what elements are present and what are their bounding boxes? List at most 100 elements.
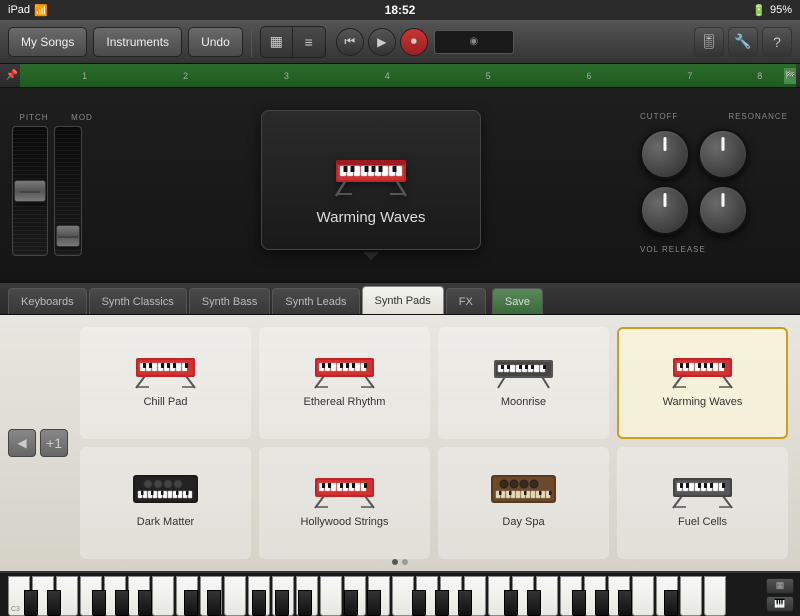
timeline-end-flag[interactable]: 🏁	[784, 68, 796, 84]
instrument-cell-dark-matter[interactable]: Dark Matter	[80, 447, 251, 559]
piano-black-key-gs3[interactable]	[115, 590, 129, 616]
tab-synth-leads[interactable]: Synth Leads	[272, 288, 359, 314]
piano-key-a6[interactable]	[632, 576, 654, 616]
pitch-mod-section: PITCH MOD	[12, 113, 102, 256]
piano-right-icons: ▦ 🎹	[766, 578, 794, 612]
warming-waves-image	[663, 337, 743, 392]
dark-matter-label: Dark Matter	[137, 516, 194, 528]
ethereal-rhythm-image	[305, 337, 385, 392]
synth-area: PITCH MOD	[0, 88, 800, 283]
piano-black-key-as4[interactable]	[298, 590, 312, 616]
record-button[interactable]: ⏺	[400, 28, 428, 56]
piano-grid-icon[interactable]: ▦	[766, 578, 794, 594]
timeline-pin[interactable]: 📌	[4, 68, 20, 84]
list-view-icon[interactable]: ≡	[293, 27, 325, 57]
transport-group: ⏮ ▶ ⏺	[336, 28, 428, 56]
mixer-icon[interactable]: 🎚	[694, 27, 724, 57]
piano-black-key-ds6[interactable]	[527, 590, 541, 616]
piano-key-e5[interactable]	[392, 576, 414, 616]
piano-black-key-as3[interactable]	[138, 590, 152, 616]
piano-black-key-as6[interactable]	[618, 590, 632, 616]
center-display: Warming Waves	[114, 110, 628, 260]
tab-synth-pads[interactable]: Synth Pads	[362, 286, 444, 314]
tab-save[interactable]: Save	[492, 288, 543, 314]
piano-black-key-cs6[interactable]	[504, 590, 518, 616]
wifi-icon: 📶	[34, 4, 48, 17]
pitch-label: PITCH	[12, 113, 56, 122]
instrument-cell-moonrise[interactable]: Moonrise	[438, 327, 609, 439]
nav-plus[interactable]: +1	[40, 429, 68, 457]
mod-label: MOD	[64, 113, 100, 122]
lcd-display: ◉	[434, 30, 514, 54]
instrument-cell-chill-pad[interactable]: Chill Pad	[80, 327, 251, 439]
knobs-section: CUTOFF RESONANCE VOL RELEASE	[640, 112, 788, 258]
resonance-knob-bottom[interactable]	[698, 185, 748, 235]
piano-black-key-fs5[interactable]	[412, 590, 426, 616]
toolbar-divider	[251, 27, 252, 57]
settings-icon[interactable]: 🔧	[728, 27, 758, 57]
mod-slider[interactable]	[54, 126, 82, 256]
piano-black-key-fs3[interactable]	[92, 590, 106, 616]
piano-black-key-as5[interactable]	[458, 590, 472, 616]
my-songs-button[interactable]: My Songs	[8, 27, 87, 57]
instrument-cell-fuel-cells[interactable]: Fuel Cells	[617, 447, 788, 559]
instruments-button[interactable]: Instruments	[93, 27, 182, 57]
cutoff-knob-top[interactable]	[640, 129, 690, 179]
piano-key-c7[interactable]	[680, 576, 702, 616]
piano-black-key-cs4[interactable]	[184, 590, 198, 616]
pitch-slider[interactable]	[12, 126, 48, 256]
piano-key-b4[interactable]	[320, 576, 342, 616]
piano-black-key-ds4[interactable]	[207, 590, 221, 616]
timeline-marker-5: 5	[486, 71, 491, 81]
dot-2	[402, 559, 408, 565]
top-knob-group	[640, 129, 788, 179]
dot-1	[392, 559, 398, 565]
piano-key-b3[interactable]	[152, 576, 174, 616]
instrument-cell-hollywood-strings[interactable]: Hollywood Strings	[259, 447, 430, 559]
timeline-bar[interactable]: 1 2 3 4 5 6 7 8 🏁	[20, 64, 796, 87]
play-button[interactable]: ▶	[368, 28, 396, 56]
resonance-label: RESONANCE	[728, 112, 788, 121]
instrument-cell-day-spa[interactable]: Day Spa	[438, 447, 609, 559]
help-icon[interactable]: ?	[762, 27, 792, 57]
piano-key-e4[interactable]	[224, 576, 246, 616]
hollywood-strings-label: Hollywood Strings	[300, 516, 388, 528]
cutoff-label: CUTOFF	[640, 112, 678, 121]
day-spa-label: Day Spa	[502, 516, 544, 528]
bottom-knob-group	[640, 185, 788, 235]
status-ipad: iPad	[8, 4, 30, 16]
piano-black-key-cs3[interactable]	[24, 590, 38, 616]
piano-black-key-cs7[interactable]	[664, 590, 678, 616]
timeline-marker-8: 8	[757, 71, 762, 81]
grid-view-icon[interactable]: ▦	[261, 27, 293, 57]
tab-synth-classics[interactable]: Synth Classics	[89, 288, 187, 314]
piano-black-key-fs6[interactable]	[572, 590, 586, 616]
piano-keys-icon[interactable]: 🎹	[766, 596, 794, 612]
resonance-knob-top[interactable]	[698, 129, 748, 179]
undo-button[interactable]: Undo	[188, 27, 243, 57]
mod-slider-handle[interactable]	[56, 225, 80, 247]
tab-synth-bass[interactable]: Synth Bass	[189, 288, 271, 314]
tab-fx[interactable]: FX	[446, 288, 486, 314]
dark-matter-image	[126, 457, 206, 512]
timeline-marker-7: 7	[687, 71, 692, 81]
nav-left-arrow[interactable]: ◀	[8, 429, 36, 457]
tab-keyboards[interactable]: Keyboards	[8, 288, 87, 314]
cutoff-knob-bottom[interactable]	[640, 185, 690, 235]
piano-black-key-gs4[interactable]	[275, 590, 289, 616]
rewind-button[interactable]: ⏮	[336, 28, 364, 56]
piano-key-d7[interactable]	[704, 576, 726, 616]
piano-black-key-ds5[interactable]	[367, 590, 381, 616]
instrument-cell-ethereal-rhythm[interactable]: Ethereal Rhythm	[259, 327, 430, 439]
moonrise-image	[484, 337, 564, 392]
piano-black-key-gs6[interactable]	[595, 590, 609, 616]
instrument-cell-warming-waves[interactable]: Warming Waves	[617, 327, 788, 439]
toolbar: My Songs Instruments Undo ▦ ≡ ⏮ ▶ ⏺ ◉ 🎚 …	[0, 20, 800, 64]
piano-black-key-gs5[interactable]	[435, 590, 449, 616]
warming-waves-label: Warming Waves	[663, 396, 743, 408]
piano-black-key-fs4[interactable]	[252, 590, 266, 616]
pitch-slider-handle[interactable]	[14, 180, 46, 202]
piano-black-key-ds3[interactable]	[47, 590, 61, 616]
timeline-marker-3: 3	[284, 71, 289, 81]
piano-black-key-cs5[interactable]	[344, 590, 358, 616]
